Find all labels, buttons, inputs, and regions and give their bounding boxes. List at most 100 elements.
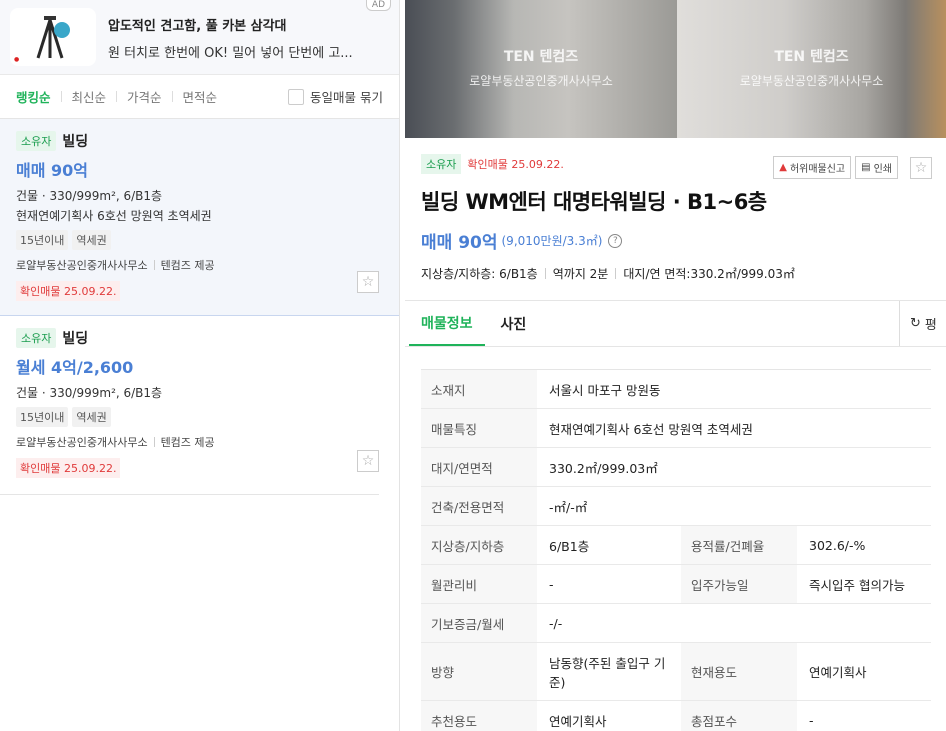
sort-ranking[interactable]: 랭킹순 [16,87,51,106]
owner-tag: 소유자 [16,131,57,151]
info-key: 소재지 [421,369,537,409]
info-key: 현재용도 [681,642,797,701]
info-value: 서울시 마포구 망원동 [537,369,931,409]
info-value: 연예기획사 [537,700,681,731]
group-checkbox[interactable] [288,88,305,105]
listing-price: 월세 4억/2,600 [16,358,134,377]
sort-latest[interactable]: 최신순 [72,87,107,106]
info-value: 연예기획사 [797,642,931,701]
verified-badge: 확인매물 25.09.22. [16,458,121,478]
table-row: 소재지 서울시 마포구 망원동 [421,369,931,409]
data-provider: 텐컴즈 제공 [160,436,215,449]
table-row: 월관리비 - 입주가능일 즉시입주 협의가능 [421,564,931,604]
photo-watermark-office: 로얄부동산공인중개사사무소 [739,74,884,88]
tab-listing-info[interactable]: 매물정보 [409,301,485,346]
listing-chip: 15년이내 [16,407,69,427]
favorite-star-icon[interactable]: ☆ [357,450,379,472]
property-type: 빌딩 [62,134,89,150]
info-key: 총점포수 [681,700,797,731]
info-value: - [797,700,931,731]
building-photo[interactable]: TEN 텐컴즈 로얄부동산공인중개사사무소 [405,0,677,138]
detail-price: 매매 90억 [421,233,498,253]
info-value: 302.6/-% [797,525,931,565]
ad-description: 원 터치로 한번에 OK! 밀어 넣어 단번에 고... [108,46,353,61]
unit-label: 평 [924,318,937,333]
floor-summary: 지상층/지하층: 6/B1층 [421,267,538,281]
info-key: 방향 [421,642,537,701]
listing-info-table: 소재지 서울시 마포구 망원동 매물특징 현재연예기획사 6호선 망원역 초역세… [421,369,931,731]
print-button[interactable]: ▤ 인쇄 [855,156,898,179]
photo-strip[interactable]: TEN 텐컴즈 로얄부동산공인중개사사무소 TEN 텐컴즈 로얄부동산공인중개사… [405,0,946,138]
table-row: 방향 남동향(주된 출입구 기준) 현재용도 연예기획사 [421,642,931,701]
info-key: 건축/전용면적 [421,486,537,526]
detail-header: 소유자 확인매물 25.09.22. ▲ 허위매물신고 ▤ 인쇄 ☆ 빌딩 WM… [405,138,946,282]
photo-watermark-logo: TEN 텐컴즈 [774,49,849,65]
listing-panel: ● 압도적인 견고함, 풀 카본 삼각대 원 터치로 한번에 OK! 밀어 넣어… [0,0,400,731]
divider [116,91,118,102]
table-row: 대지/연면적 330.2㎡/999.03㎡ [421,447,931,487]
listing-title: 빌딩 WM엔터 대명타워빌딩 · B1~6층 [421,190,767,214]
tripod-icon [36,16,70,59]
listing-feature: 현재연예기획사 6호선 망원역 초역세권 [16,209,212,223]
divider [544,268,546,279]
table-row: 건축/전용면적 -㎡/-㎡ [421,486,931,526]
photo-watermark-logo: TEN 텐컴즈 [503,49,579,65]
info-key: 월관리비 [421,564,537,604]
info-key: 추천용도 [421,700,537,731]
detail-panel: TEN 텐컴즈 로얄부동산공인중개사사무소 TEN 텐컴즈 로얄부동산공인중개사… [405,0,946,731]
info-key: 매물특징 [421,408,537,448]
detail-tabs: 매물정보 사진 ↻ 평 [405,300,946,347]
info-value: - [537,564,681,604]
info-value: 6/B1층 [537,525,681,565]
ad-banner[interactable]: ● 압도적인 견고함, 풀 카본 삼각대 원 터치로 한번에 OK! 밀어 넣어… [0,0,399,75]
listing-price: 매매 90억 [16,161,88,180]
info-value: 현재연예기획사 6호선 망원역 초역세권 [537,408,931,448]
photo-watermark-office: 로얄부동산공인중개사사무소 [469,74,613,88]
listing-card[interactable]: 소유자 빌딩 매매 90억 건물 · 330/999m², 6/B1층 현재연예… [0,119,399,316]
owner-tag: 소유자 [16,328,57,348]
data-provider: 텐컴즈 제공 [160,259,215,272]
station-distance: 역까지 2분 [552,267,609,281]
verified-badge: 확인매물 25.09.22. [16,281,121,301]
ad-brand-logo: ● [14,56,20,63]
building-photo[interactable]: TEN 텐컴즈 로얄부동산공인중개사사무소 [677,0,946,138]
table-row: 추천용도 연예기획사 총점포수 - [421,700,931,731]
listing-chip: 역세권 [72,230,111,250]
info-value: 330.2㎡/999.03㎡ [537,447,931,487]
area-summary: 대지/연 면적:330.2㎡/999.03㎡ [623,267,795,281]
info-key: 지상층/지하층 [421,525,537,565]
info-value: 남동향(주된 출입구 기준) [537,642,681,701]
agency-name: 로얄부동산공인중개사사무소 [16,436,148,449]
unit-toggle-button[interactable]: ↻ 평 [899,301,946,346]
siren-icon: ▲ [779,162,787,173]
owner-tag: 소유자 [421,154,462,174]
listing-spec: 건물 · 330/999m², 6/B1층 [16,189,163,203]
sort-price[interactable]: 가격순 [127,87,162,106]
group-same-listings-toggle[interactable]: 동일매물 묶기 [288,87,383,106]
ad-thumbnail: ● [10,8,96,66]
info-key: 대지/연면적 [421,447,537,487]
print-icon: ▤ [861,162,871,173]
report-false-listing-button[interactable]: ▲ 허위매물신고 [773,156,852,179]
tab-photos[interactable]: 사진 [489,301,539,346]
help-icon[interactable]: ? [608,233,623,248]
group-label: 동일매물 묶기 [310,90,383,105]
listing-summary: 지상층/지하층: 6/B1층 역까지 2분 대지/연 면적:330.2㎡/999… [421,265,930,282]
table-row: 기보증금/월세 -/- [421,603,931,643]
divider [153,437,155,447]
listing-chip: 역세권 [72,407,111,427]
ad-label: AD [365,0,391,11]
sort-area[interactable]: 면적순 [183,87,218,106]
divider [171,91,173,102]
report-label: 허위매물신고 [789,164,846,175]
info-key: 기보증금/월세 [421,603,537,643]
property-type: 빌딩 [62,331,89,347]
favorite-star-icon[interactable]: ☆ [357,271,379,293]
listing-spec: 건물 · 330/999m², 6/B1층 [16,386,163,400]
verified-badge: 확인매물 25.09.22. [467,158,564,171]
info-value: -/- [537,603,931,643]
favorite-star-icon[interactable]: ☆ [910,156,932,179]
print-label: 인쇄 [873,164,892,175]
info-key: 입주가능일 [681,564,797,604]
listing-card[interactable]: 소유자 빌딩 월세 4억/2,600 건물 · 330/999m², 6/B1층… [0,316,379,495]
